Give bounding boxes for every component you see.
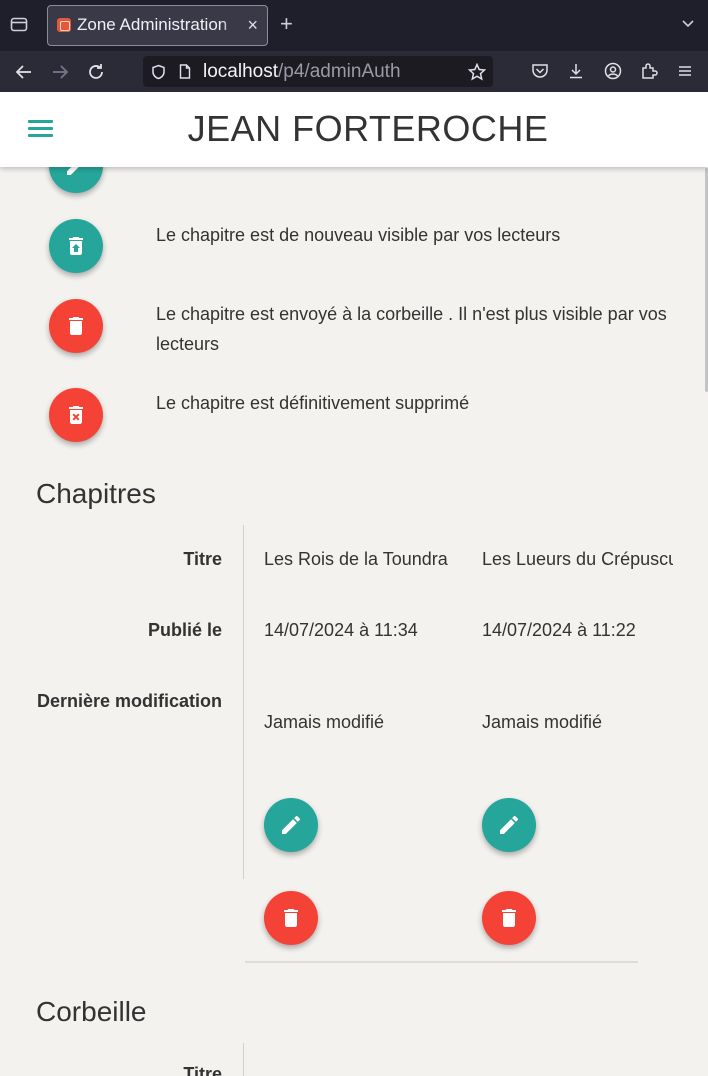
new-tab-icon[interactable]: + [280, 12, 293, 36]
legend-delete-text: Le chapitre est définitivement supprimé [156, 393, 470, 413]
tab-title: Zone Administration [77, 15, 228, 34]
chapter-2-trash-button[interactable] [482, 891, 536, 945]
site-title: JEAN FORTEROCHE [187, 108, 549, 149]
restore-from-trash-icon [69, 237, 83, 255]
trash-label-title: Titre [183, 1064, 222, 1076]
trash-icon [284, 909, 298, 927]
chapter-2-published: 14/07/2024 à 11:22 [482, 620, 636, 640]
chapter-2-modified: Jamais modifié [482, 712, 603, 732]
chapters-label-title: Titre [183, 549, 222, 569]
legend-restore-button [49, 219, 103, 273]
pencil-icon [282, 815, 301, 834]
chapter-1-title[interactable]: Les Rois de la Toundra [264, 549, 474, 570]
legend-delete-forever-button [49, 388, 103, 442]
trash-section-title: Corbeille [36, 996, 147, 1027]
bookmark-star-icon[interactable] [468, 63, 486, 81]
chapter-1-modified: Jamais modifié [264, 712, 385, 732]
chapter-1-trash-button[interactable] [264, 891, 318, 945]
account-icon[interactable] [604, 62, 622, 80]
chapters-label-published: Publié le [147, 620, 222, 640]
trash-table-divider [243, 1043, 244, 1076]
chapters-label-modified: Dernière modification [36, 691, 222, 711]
downloads-icon[interactable] [567, 62, 585, 80]
tab-close-icon[interactable]: × [247, 15, 258, 35]
legend-trash-text: Le chapitre est envoyé à la corbeille . … [156, 304, 667, 354]
delete-forever-icon [69, 406, 83, 424]
browser-tab-active[interactable]: Zone Administration × [47, 5, 268, 46]
reload-icon[interactable] [85, 61, 107, 83]
chapter-2-edit-button[interactable] [482, 798, 536, 852]
legend-restore-text: Le chapitre est de nouveau visible par v… [156, 225, 561, 245]
tab-list-chevron-icon[interactable] [681, 16, 695, 30]
pocket-icon[interactable] [531, 62, 549, 80]
chapters-table-divider [243, 525, 244, 879]
site-favicon-icon [57, 18, 71, 32]
browser-nav-bar: localhost/p4/adminAuth [0, 51, 708, 92]
url-path: /p4/adminAuth [278, 61, 401, 82]
browser-tab-bar: Zone Administration × + [0, 0, 708, 51]
chapters-section-title: Chapitres [36, 478, 156, 509]
chapter-1-edit-button[interactable] [264, 798, 318, 852]
tracking-shield-icon[interactable] [151, 64, 166, 80]
app-menu-icon[interactable] [676, 62, 694, 80]
chapter-2-title[interactable]: Les Lueurs du Crépuscule [482, 549, 673, 570]
url-host: localhost [203, 61, 278, 82]
legend-trash-button [49, 299, 103, 353]
tab-overview-icon[interactable] [10, 15, 28, 33]
pencil-icon [500, 815, 519, 834]
forward-arrow-icon[interactable] [49, 61, 71, 83]
section-divider [245, 961, 638, 963]
url-bar[interactable]: localhost/p4/adminAuth [143, 56, 493, 87]
page-info-icon[interactable] [179, 64, 191, 79]
chapter-1-published: 14/07/2024 à 11:34 [264, 620, 418, 640]
trash-icon [69, 317, 83, 335]
url-text[interactable]: localhost/p4/adminAuth [203, 61, 401, 83]
extensions-icon[interactable] [640, 62, 658, 80]
back-arrow-icon[interactable] [13, 61, 35, 83]
page-header: JEAN FORTEROCHE [0, 92, 708, 167]
trash-icon [502, 909, 516, 927]
